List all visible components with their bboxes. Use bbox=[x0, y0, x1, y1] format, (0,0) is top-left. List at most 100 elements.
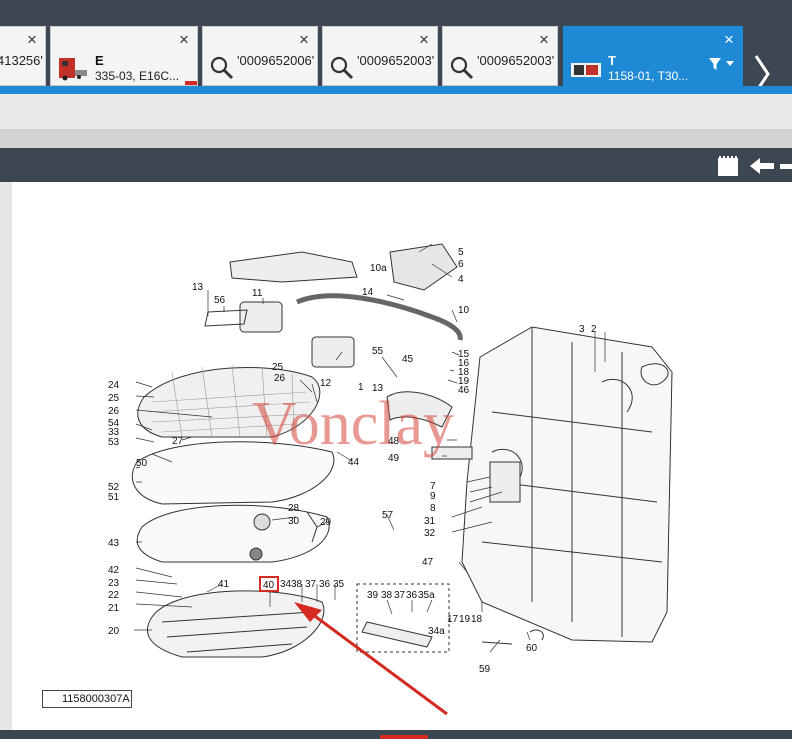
close-icon[interactable]: × bbox=[25, 31, 39, 48]
callout-34a[interactable]: 34a bbox=[428, 626, 445, 637]
callout-11[interactable]: 11 bbox=[252, 288, 263, 299]
callout-46[interactable]: 46 bbox=[458, 385, 470, 396]
truck-thumbnail-icon bbox=[571, 63, 601, 77]
exploded-parts-diagram: Vonclay 5 6 10a 4 14 10 13 56 11 3 2 15 … bbox=[108, 243, 673, 716]
callout-40[interactable]: 40 bbox=[263, 580, 275, 591]
tab-subtitle: 1158-01, T30... bbox=[608, 69, 689, 83]
callout-36b[interactable]: 36 bbox=[406, 590, 418, 601]
callout-29[interactable]: 29 bbox=[320, 517, 332, 528]
callout-47[interactable]: 47 bbox=[422, 557, 434, 568]
callout-50[interactable]: 50 bbox=[136, 458, 148, 469]
callout-37a[interactable]: 37 bbox=[305, 579, 317, 590]
callout-22[interactable]: 22 bbox=[108, 590, 120, 601]
close-icon[interactable]: × bbox=[722, 31, 736, 48]
tab-413256[interactable]: × 413256' bbox=[0, 26, 46, 86]
callout-18b[interactable]: 18 bbox=[471, 614, 483, 625]
callout-17[interactable]: 17 bbox=[447, 614, 459, 625]
filter-icon[interactable] bbox=[708, 57, 738, 71]
collapse-icon[interactable] bbox=[780, 156, 792, 176]
callout-57[interactable]: 57 bbox=[382, 510, 394, 521]
notepad-icon[interactable] bbox=[716, 156, 740, 176]
callout-43[interactable]: 43 bbox=[108, 538, 120, 549]
tab-accent-bar bbox=[0, 86, 792, 94]
callout-23[interactable]: 23 bbox=[108, 578, 120, 589]
callout-9[interactable]: 9 bbox=[430, 491, 436, 502]
callout-49[interactable]: 49 bbox=[388, 453, 400, 464]
tab-search-0009652003-b[interactable]: × '0009652003' bbox=[442, 26, 558, 86]
callout-55[interactable]: 55 bbox=[372, 346, 384, 357]
callout-12[interactable]: 12 bbox=[320, 378, 332, 389]
diagram-reference-number: 1158000307A bbox=[62, 693, 130, 705]
callout-10[interactable]: 10 bbox=[458, 305, 470, 316]
callout-26a[interactable]: 26 bbox=[274, 373, 286, 384]
callout-13b[interactable]: 13 bbox=[372, 383, 384, 394]
callout-45[interactable]: 45 bbox=[402, 354, 414, 365]
callout-39[interactable]: 39 bbox=[367, 590, 379, 601]
callout-6[interactable]: 6 bbox=[458, 259, 464, 270]
callout-32[interactable]: 32 bbox=[424, 528, 436, 539]
callout-38a[interactable]: 38 bbox=[291, 579, 303, 590]
search-icon bbox=[450, 56, 474, 80]
tab-t-active[interactable]: × T 1158-01, T30... bbox=[563, 26, 743, 86]
bottom-indicator bbox=[380, 735, 428, 739]
tab-search-0009652006[interactable]: × '0009652006' bbox=[202, 26, 318, 86]
tab-label: '0009652006' bbox=[237, 53, 315, 68]
toolbar bbox=[0, 94, 792, 130]
callout-53[interactable]: 53 bbox=[108, 437, 120, 448]
callout-14[interactable]: 14 bbox=[362, 287, 374, 298]
tab-e[interactable]: × E 335-03, E16C... bbox=[50, 26, 198, 86]
callout-28[interactable]: 28 bbox=[288, 503, 300, 514]
callout-48[interactable]: 48 bbox=[388, 436, 400, 447]
tab-label: 413256' bbox=[0, 53, 43, 68]
search-icon bbox=[330, 56, 354, 80]
watermark: Vonclay bbox=[252, 390, 454, 458]
callout-56[interactable]: 56 bbox=[214, 295, 226, 306]
callout-31[interactable]: 31 bbox=[424, 516, 436, 527]
close-icon[interactable]: × bbox=[537, 31, 551, 48]
callout-35a[interactable]: 35a bbox=[418, 590, 435, 601]
callout-2[interactable]: 2 bbox=[591, 324, 597, 335]
tab-active-indicator bbox=[185, 81, 197, 85]
callout-34[interactable]: 34 bbox=[280, 579, 292, 590]
tab-search-0009652003-a[interactable]: × '0009652003' bbox=[322, 26, 438, 86]
window-top-bar bbox=[0, 0, 792, 22]
callout-25a[interactable]: 25 bbox=[272, 362, 284, 373]
callout-24[interactable]: 24 bbox=[108, 380, 120, 391]
callout-35[interactable]: 35 bbox=[333, 579, 345, 590]
tab-title: E bbox=[95, 53, 104, 68]
callout-44[interactable]: 44 bbox=[348, 457, 360, 468]
callout-60[interactable]: 60 bbox=[526, 643, 538, 654]
callout-25b[interactable]: 25 bbox=[108, 393, 120, 404]
callout-59[interactable]: 59 bbox=[479, 664, 491, 675]
callout-26b[interactable]: 26 bbox=[108, 406, 120, 417]
callout-3[interactable]: 3 bbox=[579, 324, 585, 335]
callout-41[interactable]: 41 bbox=[218, 579, 230, 590]
close-icon[interactable]: × bbox=[177, 31, 191, 48]
callout-1[interactable]: 1 bbox=[358, 382, 364, 393]
close-icon[interactable]: × bbox=[417, 31, 431, 48]
callout-13[interactable]: 13 bbox=[192, 282, 204, 293]
callout-5[interactable]: 5 bbox=[458, 247, 464, 258]
callout-51[interactable]: 51 bbox=[108, 492, 120, 503]
viewer-header-bar bbox=[0, 148, 792, 182]
tab-label: '0009652003' bbox=[357, 53, 435, 68]
callout-36a[interactable]: 36 bbox=[319, 579, 331, 590]
callout-42[interactable]: 42 bbox=[108, 565, 120, 576]
search-icon bbox=[210, 56, 234, 80]
callout-8[interactable]: 8 bbox=[430, 503, 436, 514]
truck-thumbnail-icon bbox=[59, 58, 87, 81]
callout-21[interactable]: 21 bbox=[108, 603, 120, 614]
arrow-left-icon[interactable] bbox=[748, 156, 776, 176]
callout-4[interactable]: 4 bbox=[458, 274, 464, 285]
tab-title: T bbox=[608, 53, 616, 68]
callout-19b[interactable]: 19 bbox=[459, 614, 471, 625]
callout-38b[interactable]: 38 bbox=[381, 590, 393, 601]
close-icon[interactable]: × bbox=[297, 31, 311, 48]
callout-10a[interactable]: 10a bbox=[370, 263, 387, 274]
callout-37b[interactable]: 37 bbox=[394, 590, 406, 601]
callout-20[interactable]: 20 bbox=[108, 626, 120, 637]
callout-27[interactable]: 27 bbox=[172, 436, 184, 447]
callout-30[interactable]: 30 bbox=[288, 516, 300, 527]
tab-label: '0009652003' bbox=[477, 53, 555, 68]
tab-subtitle: 335-03, E16C... bbox=[95, 69, 180, 83]
